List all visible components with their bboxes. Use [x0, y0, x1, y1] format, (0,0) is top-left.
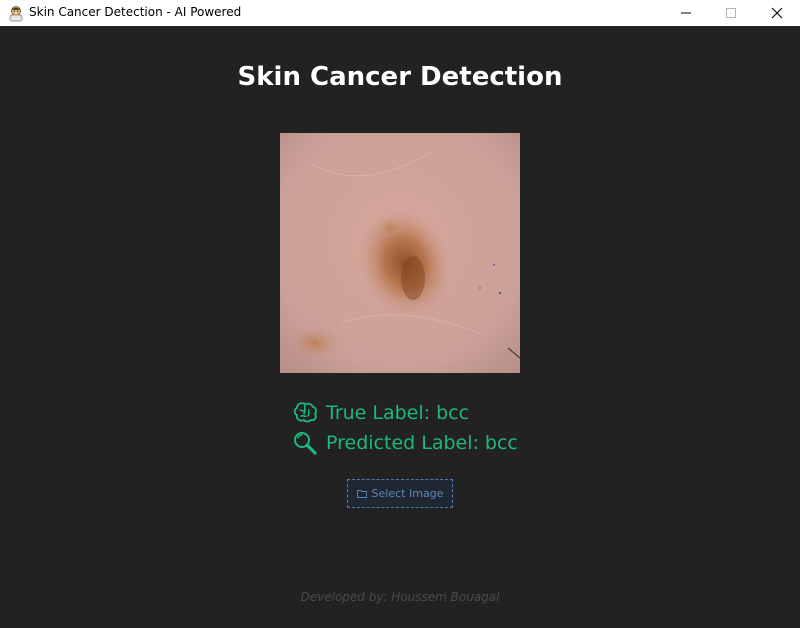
select-image-button[interactable]: Select Image — [347, 479, 453, 508]
minimize-button[interactable] — [663, 0, 709, 26]
window-titlebar[interactable]: Skin Cancer Detection - AI Powered — [0, 0, 800, 26]
brain-icon — [293, 402, 317, 423]
maximize-icon — [726, 8, 736, 18]
minimize-icon — [681, 12, 691, 14]
predicted-label-text: Predicted Label: bcc — [326, 432, 518, 454]
folder-icon — [356, 490, 367, 498]
maximize-button[interactable] — [708, 0, 754, 26]
predicted-label-row: Predicted Label: bcc — [292, 430, 518, 456]
window-title: Skin Cancer Detection - AI Powered — [29, 5, 242, 19]
magnifier-icon — [294, 432, 317, 455]
close-icon — [771, 7, 783, 19]
developer-credit: Developed by: Houssem Bouagal — [300, 590, 500, 604]
app-window-body: Skin Cancer Detection True Label: bcc Pr… — [0, 26, 800, 628]
true-label-row: True Label: bcc — [292, 400, 469, 426]
skin-lesion-image — [280, 133, 520, 373]
page-title: Skin Cancer Detection — [237, 62, 563, 92]
close-button[interactable] — [754, 0, 800, 26]
doctor-emoji-icon — [7, 4, 25, 22]
true-label-text: True Label: bcc — [326, 402, 470, 424]
select-image-label: Select Image — [371, 487, 444, 500]
